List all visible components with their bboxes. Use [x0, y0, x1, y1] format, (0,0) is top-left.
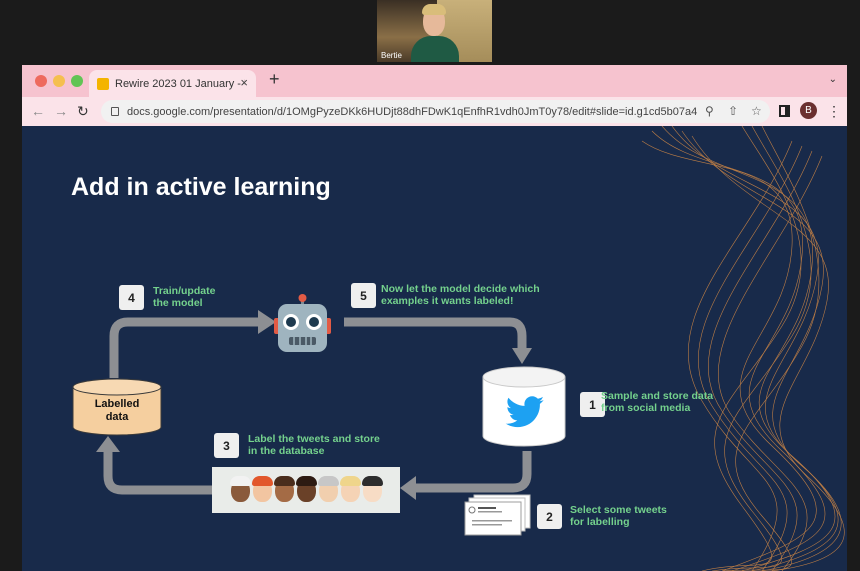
more-menu-icon[interactable]: ⋮ — [827, 103, 841, 120]
cycle-arrows — [96, 310, 532, 500]
twitter-database-icon — [482, 366, 566, 447]
step-5-badge: 5 — [351, 283, 376, 308]
step-4-badge: 4 — [119, 285, 144, 310]
profile-avatar[interactable]: B — [800, 102, 817, 119]
person-face-icon — [251, 475, 273, 502]
robot-icon — [274, 294, 331, 352]
arrow-3-head — [96, 436, 120, 452]
new-tab-button[interactable]: + — [269, 69, 280, 90]
step-3-line1: Label the tweets and store — [248, 433, 380, 445]
tab-search-chevron-icon[interactable]: ⌄ — [829, 74, 837, 85]
person-face-icon — [295, 475, 317, 502]
close-window-button[interactable] — [35, 75, 47, 87]
lock-icon — [111, 107, 119, 116]
person-face-icon — [273, 475, 295, 502]
participant-hair — [422, 4, 446, 15]
step-5-line2: examples it wants labeled! — [381, 295, 514, 307]
tab-google-slides[interactable]: Rewire 2023 01 January - Usin × — [89, 70, 256, 97]
step-5-text: Now let the model decide which examples … — [381, 283, 540, 307]
step-1-line1: Sample and store data — [601, 390, 714, 402]
zoom-search-icon[interactable]: ⚲ — [705, 104, 714, 118]
tab-title: Rewire 2023 01 January - Usin — [115, 77, 245, 90]
reload-icon[interactable]: ↻ — [77, 103, 89, 120]
person-face-icon — [361, 475, 383, 502]
step-2-badge: 2 — [537, 504, 562, 529]
screen: Bertie Rewire 2023 01 January - Usin × +… — [0, 0, 860, 571]
back-arrow-icon[interactable]: ← — [31, 103, 45, 119]
address-bar[interactable]: docs.google.com/presentation/d/1OMgPyzeD… — [101, 100, 770, 123]
step-5-line1: Now let the model decide which — [381, 283, 540, 295]
step-3-badge: 3 — [214, 433, 239, 458]
minimize-window-button[interactable] — [53, 75, 65, 87]
forward-arrow-icon[interactable]: → — [54, 103, 68, 119]
arrow-4-path — [109, 317, 260, 378]
tab-close-icon[interactable]: × — [240, 75, 248, 90]
step-1-line2: from social media — [601, 402, 691, 414]
participant-video[interactable]: Bertie — [377, 0, 492, 62]
step-4-line1: Train/update — [153, 285, 216, 297]
browser-toolbar: ← → ↻ docs.google.com/presentation/d/1OM… — [22, 97, 847, 126]
step-1-text: Sample and store data from social media — [601, 390, 713, 414]
person-face-icon — [317, 475, 339, 502]
bookmark-star-icon[interactable]: ☆ — [751, 104, 762, 118]
browser-window: Rewire 2023 01 January - Usin × + ⌄ ← → … — [22, 65, 847, 571]
slides-favicon-icon — [97, 77, 109, 90]
arrow-3-path — [103, 451, 212, 495]
person-face-icon — [229, 475, 251, 502]
step-4-text: Train/update the model — [153, 285, 215, 309]
arrow-5-head — [512, 348, 532, 364]
arrow-2-head — [400, 476, 416, 500]
maximize-window-button[interactable] — [71, 75, 83, 87]
participant-name: Bertie — [381, 51, 402, 60]
step-2-text: Select some tweets for labelling — [570, 504, 667, 528]
step-4-line2: the model — [153, 297, 203, 309]
labelled-data-label: Labelled data — [72, 398, 162, 424]
step-3-text: Label the tweets and store in the databa… — [248, 433, 380, 457]
labelled-data-line1: Labelled — [94, 398, 140, 410]
tab-strip: Rewire 2023 01 January - Usin × + ⌄ — [22, 65, 847, 97]
share-icon[interactable]: ⇧ — [728, 104, 738, 118]
presentation-slide: Add in active learning 4 Train/update th… — [22, 126, 847, 571]
labelled-data-line2: data — [105, 411, 129, 423]
step-3-line2: in the database — [248, 445, 325, 457]
arrow-5-path — [344, 317, 527, 348]
step-2-line1: Select some tweets — [570, 504, 667, 516]
side-panel-icon[interactable] — [779, 105, 790, 117]
url-text: docs.google.com/presentation/d/1OMgPyzeD… — [127, 105, 697, 118]
participant-body — [411, 36, 459, 62]
step-2-line2: for labelling — [570, 516, 630, 528]
arrow-2-path — [414, 451, 532, 493]
labelling-people-image — [212, 467, 400, 513]
tweet-cards-icon — [464, 494, 531, 536]
person-face-icon — [339, 475, 361, 502]
